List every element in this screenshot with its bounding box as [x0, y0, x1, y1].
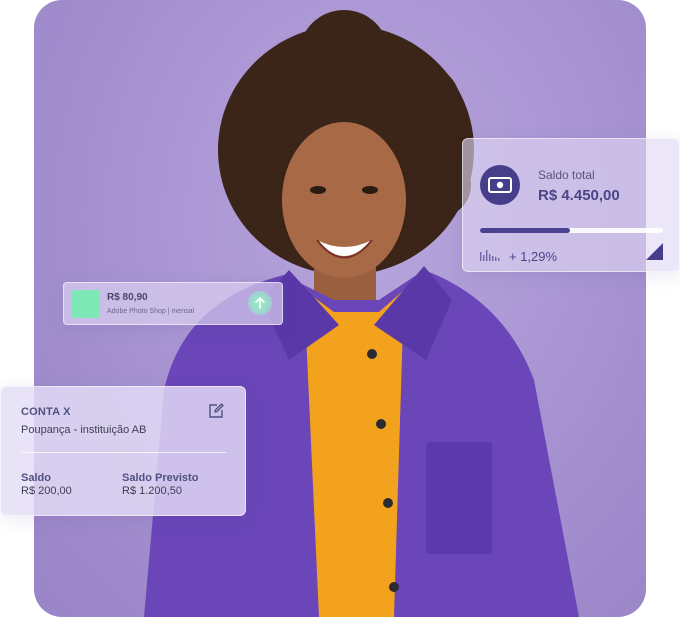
total-balance-value: R$ 4.450,00	[538, 187, 620, 204]
saldo-previsto-value: R$ 1.200,50	[122, 485, 182, 497]
arrow-up-icon[interactable]	[248, 291, 272, 315]
balance-progress-fill	[480, 228, 570, 233]
saldo-label: Saldo	[21, 472, 51, 484]
balance-delta: + 1,29%	[509, 249, 558, 264]
edit-icon[interactable]	[208, 403, 224, 419]
transaction-item[interactable]: R$ 80,90 Adobe Photo Shop | mensal	[63, 282, 283, 325]
total-balance-label: Saldo total	[538, 168, 595, 182]
saldo-previsto-label: Saldo Previsto	[122, 472, 199, 484]
transaction-thumbnail	[72, 290, 100, 318]
account-title: CONTA X	[21, 406, 71, 418]
saldo-value: R$ 200,00	[21, 485, 72, 497]
triangle-corner-icon	[646, 243, 663, 260]
sparkline-icon	[480, 250, 500, 261]
total-balance-card: Saldo total R$ 4.450,00 + 1,29%	[462, 138, 680, 272]
account-card: CONTA X Poupança - instituição AB Saldo …	[0, 386, 246, 516]
transaction-description: Adobe Photo Shop | mensal	[107, 308, 195, 315]
account-divider	[21, 452, 226, 453]
balance-progress-bar	[480, 228, 663, 233]
money-icon	[480, 165, 520, 205]
account-subtitle: Poupança - instituição AB	[21, 424, 147, 436]
transaction-amount: R$ 80,90	[107, 292, 148, 303]
